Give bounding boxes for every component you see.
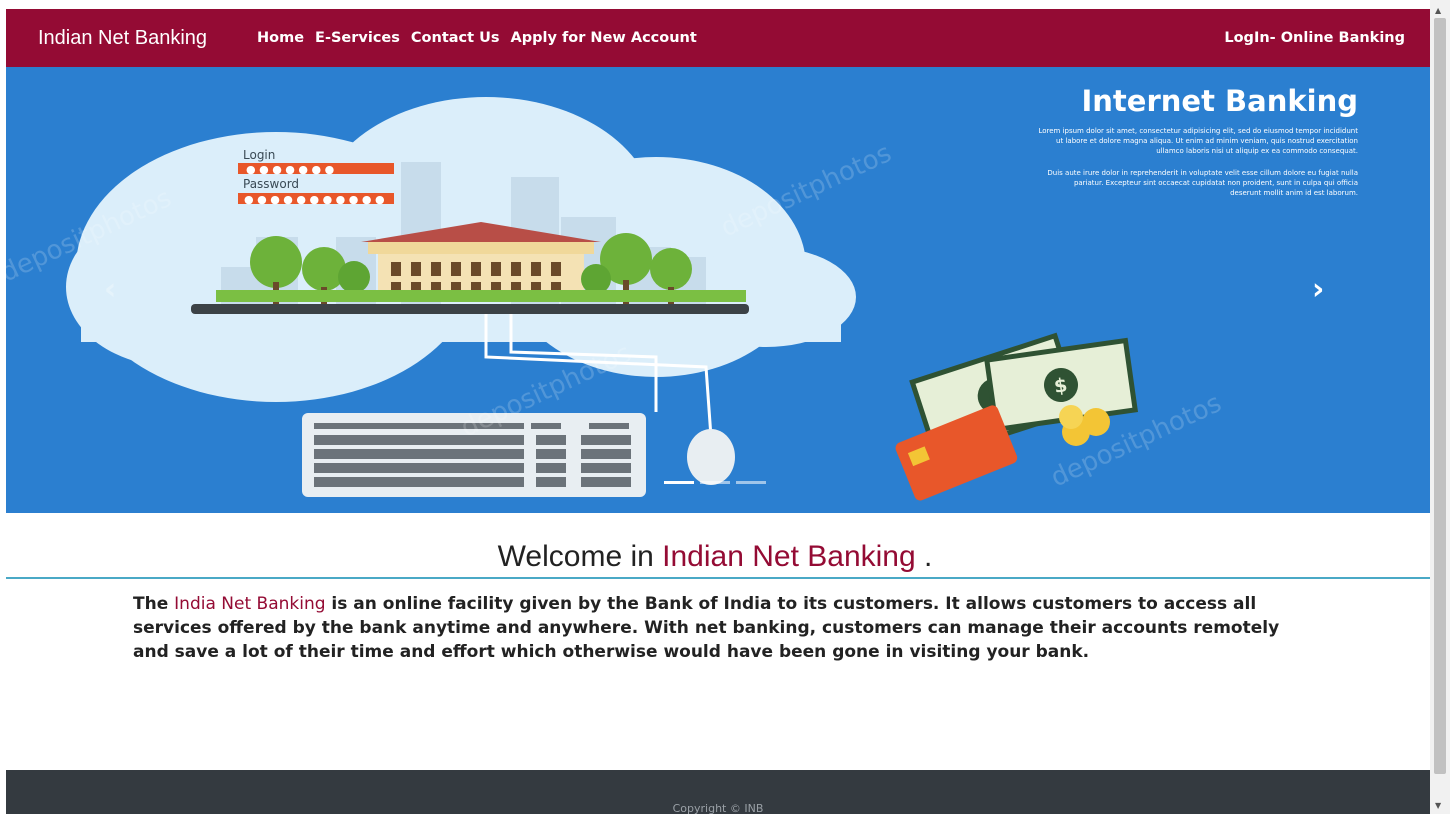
- carousel-indicator-1[interactable]: [664, 481, 694, 484]
- brand-link[interactable]: Indian Net Banking: [38, 27, 207, 50]
- scroll-down-icon[interactable]: ▼: [1435, 801, 1441, 810]
- svg-text:● ● ● ● ● ● ● ● ● ● ●: ● ● ● ● ● ● ● ● ● ● ●: [244, 193, 385, 206]
- intro-prefix: The: [133, 594, 175, 614]
- welcome-prefix: Welcome in: [497, 540, 663, 573]
- platform-bar: [191, 304, 749, 314]
- intro-highlight: India Net Banking: [174, 594, 326, 614]
- hero-carousel: Login ● ● ● ● ● ● ● Password ● ● ● ● ● ●…: [6, 67, 1430, 513]
- nav-links: Home E-Services Contact Us Apply for New…: [257, 30, 708, 46]
- svg-text:ullamco laboris nisi ut aliqui: ullamco laboris nisi ut aliquip ex ea co…: [1156, 147, 1358, 155]
- heading-divider: [6, 577, 1430, 579]
- scrollbar-thumb[interactable]: [1434, 18, 1446, 774]
- svg-text:pariatur. Excepteur sint occae: pariatur. Excepteur sint occaecat cupida…: [1074, 179, 1358, 187]
- intro-paragraph: The India Net Banking is an online facil…: [133, 592, 1313, 664]
- svg-text:deserunt mollit anim id est la: deserunt mollit anim id est laborum.: [1230, 189, 1358, 197]
- nav-link-contact-us[interactable]: Contact Us: [411, 30, 500, 46]
- illustration-login-label: Login: [243, 148, 275, 162]
- welcome-highlight: Indian Net Banking: [662, 540, 916, 573]
- carousel-indicator-2[interactable]: [700, 481, 730, 484]
- nav-link-apply-new-account[interactable]: Apply for New Account: [511, 30, 697, 46]
- svg-text:Lorem ipsum dolor sit amet, co: Lorem ipsum dolor sit amet, consectetur …: [1038, 127, 1358, 135]
- carousel-slide-illustration: Login ● ● ● ● ● ● ● Password ● ● ● ● ● ●…: [6, 67, 1430, 513]
- svg-text:● ● ● ● ● ● ●: ● ● ● ● ● ● ●: [246, 163, 334, 176]
- login-online-banking-link[interactable]: LogIn- Online Banking: [1224, 30, 1405, 46]
- carousel-indicator-3[interactable]: [736, 481, 766, 484]
- mouse-graphic: [687, 429, 735, 485]
- nav-link-home[interactable]: Home: [257, 30, 304, 46]
- nav-link-e-services[interactable]: E-Services: [315, 30, 400, 46]
- navbar: Indian Net Banking Home E-Services Conta…: [6, 9, 1430, 67]
- copyright-text: Copyright © INB: [672, 802, 764, 815]
- top-margin: [0, 0, 1430, 9]
- svg-text:ut labore et dolore magna aliq: ut labore et dolore magna aliqua. Ut eni…: [1056, 137, 1358, 145]
- footer: Copyright © INB: [6, 770, 1430, 815]
- page-scrollbar[interactable]: ▲ ▼: [1430, 0, 1450, 814]
- scroll-up-icon[interactable]: ▲: [1435, 6, 1441, 15]
- welcome-suffix: .: [915, 540, 933, 573]
- carousel-prev-icon[interactable]: ‹: [104, 275, 116, 305]
- illustration-password-label: Password: [243, 177, 299, 191]
- carousel-heading: Internet Banking: [1082, 84, 1359, 118]
- carousel-next-icon[interactable]: ›: [1312, 275, 1324, 305]
- welcome-heading: Welcome in Indian Net Banking .: [0, 540, 1430, 574]
- svg-text:Duis aute irure dolor in repre: Duis aute irure dolor in reprehenderit i…: [1047, 169, 1358, 177]
- carousel-indicators: [664, 481, 766, 484]
